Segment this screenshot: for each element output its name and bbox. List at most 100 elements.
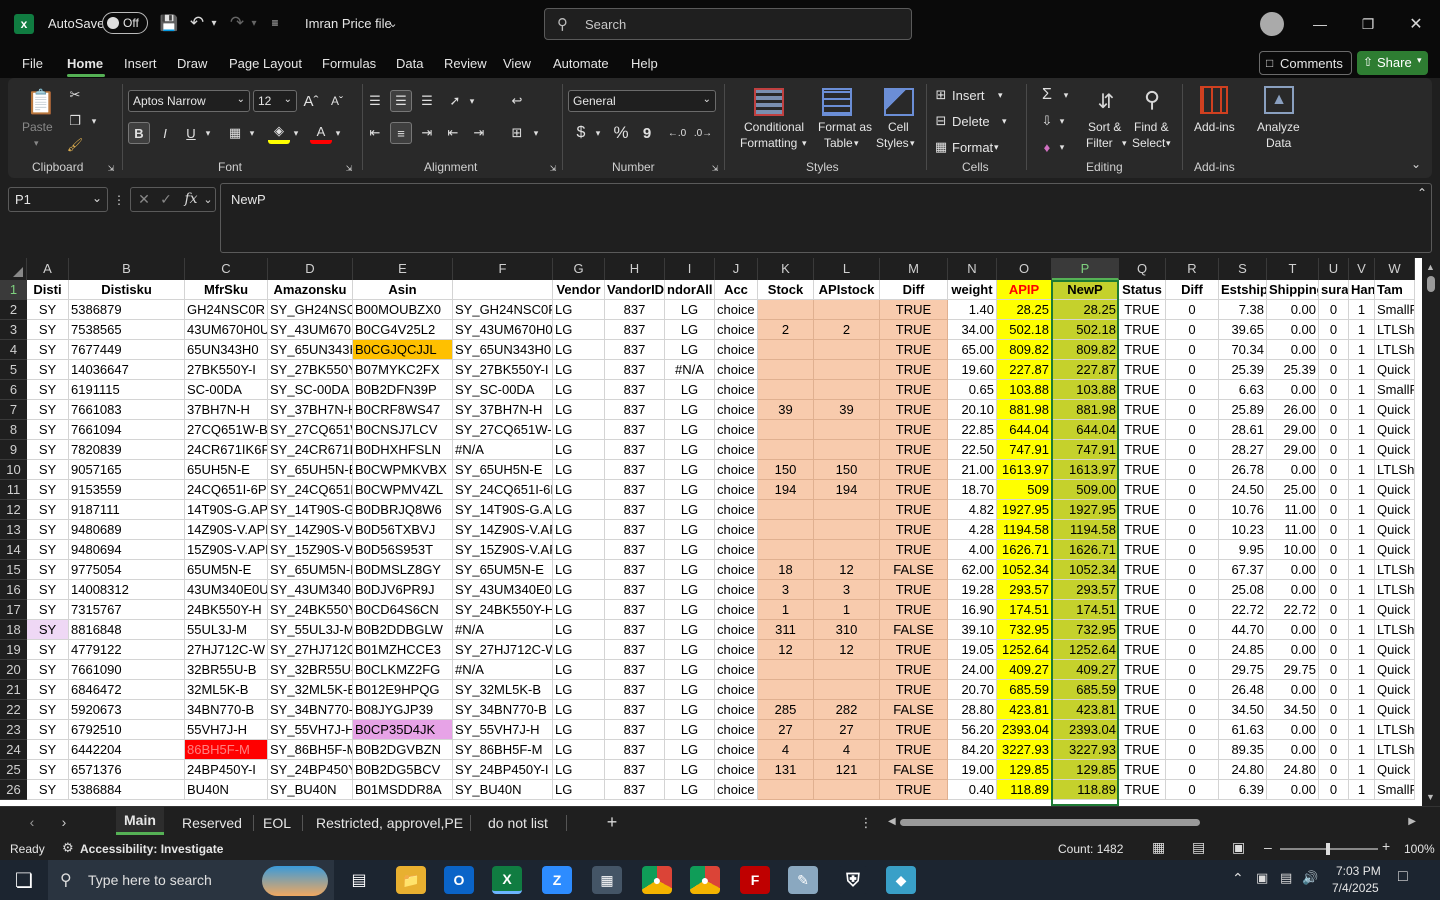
cell-i3[interactable]: LG — [665, 320, 715, 340]
cell-i18[interactable]: LG — [665, 620, 715, 640]
column-header-r[interactable]: R — [1166, 258, 1219, 280]
cell-f4[interactable]: SY_65UN343H0 — [453, 340, 553, 360]
cell-n3[interactable]: 34.00 — [948, 320, 997, 340]
autosave-toggle[interactable]: Off — [102, 12, 148, 34]
cell-r23[interactable]: 0 — [1166, 720, 1219, 740]
cell-g19[interactable]: LG — [553, 640, 605, 660]
cell-o17[interactable]: 174.51 — [997, 600, 1052, 620]
cell-q14[interactable]: TRUE — [1119, 540, 1166, 560]
cell-i24[interactable]: LG — [665, 740, 715, 760]
cell-w25[interactable]: Quick — [1375, 760, 1415, 780]
cell-q4[interactable]: TRUE — [1119, 340, 1166, 360]
cell-d7[interactable]: SY_37BH7N-H — [268, 400, 353, 420]
column-header-h[interactable]: H — [605, 258, 665, 280]
cell-h6[interactable]: 837 — [605, 380, 665, 400]
normal-view-icon[interactable]: ▦ — [1152, 839, 1165, 856]
cell-a13[interactable]: SY — [27, 520, 69, 540]
cell-b15[interactable]: 9775054 — [69, 560, 185, 580]
cell-b12[interactable]: 9187111 — [69, 500, 185, 520]
close-icon[interactable]: ✕ — [1402, 12, 1430, 36]
cell-k21[interactable] — [758, 680, 814, 700]
cell-j7[interactable]: choice — [715, 400, 758, 420]
cell-v2[interactable]: 1 — [1349, 300, 1375, 320]
sort-filter-label-2[interactable]: Filter — [1086, 136, 1113, 151]
cell-k9[interactable] — [758, 440, 814, 460]
cell-j14[interactable]: choice — [715, 540, 758, 560]
cell-o24[interactable]: 3227.93 — [997, 740, 1052, 760]
cell-t2[interactable]: 0.00 — [1267, 300, 1319, 320]
cell-h23[interactable]: 837 — [605, 720, 665, 740]
cell-d9[interactable]: SY_24CR671IK6P — [268, 440, 353, 460]
paste-label[interactable]: Paste — [22, 120, 53, 135]
cell-u20[interactable]: 0 — [1319, 660, 1349, 680]
cell-v9[interactable]: 1 — [1349, 440, 1375, 460]
cell-w21[interactable]: Quick — [1375, 680, 1415, 700]
column-header-p[interactable]: P — [1052, 258, 1119, 280]
cell-h11[interactable]: 837 — [605, 480, 665, 500]
cell-t16[interactable]: 0.00 — [1267, 580, 1319, 600]
cell-f21[interactable]: SY_32ML5K-B — [453, 680, 553, 700]
fill-color-dropdown-icon[interactable]: ▾ — [290, 122, 302, 144]
row-header-4[interactable]: 4 — [0, 340, 27, 360]
cell-e17[interactable]: B0CD64S6CN — [353, 600, 453, 620]
cell-b18[interactable]: 8816848 — [69, 620, 185, 640]
cell-n21[interactable]: 20.70 — [948, 680, 997, 700]
cell-w15[interactable]: LTLShi — [1375, 560, 1415, 580]
cell-t14[interactable]: 10.00 — [1267, 540, 1319, 560]
cell-j5[interactable]: choice — [715, 360, 758, 380]
cell-j15[interactable]: choice — [715, 560, 758, 580]
redo-icon[interactable]: ↷ — [226, 12, 248, 34]
formula-expand-icon[interactable]: ⌃ — [1417, 186, 1427, 200]
cell-i20[interactable]: LG — [665, 660, 715, 680]
cell-m2[interactable]: TRUE — [880, 300, 948, 320]
cell-g5[interactable]: LG — [553, 360, 605, 380]
cell-o4[interactable]: 809.82 — [997, 340, 1052, 360]
cell-w10[interactable]: LTLShi — [1375, 460, 1415, 480]
cell-u17[interactable]: 0 — [1319, 600, 1349, 620]
header-cell-g[interactable]: Vendor — [553, 280, 605, 300]
cell-r13[interactable]: 0 — [1166, 520, 1219, 540]
cell-m9[interactable]: TRUE — [880, 440, 948, 460]
align-left-icon[interactable]: ⇤ — [364, 122, 386, 144]
cell-u4[interactable]: 0 — [1319, 340, 1349, 360]
cell-l6[interactable] — [814, 380, 880, 400]
horizontal-scrollbar[interactable]: ◀ ▶ — [884, 814, 1420, 830]
cell-c5[interactable]: 27BK550Y-I — [185, 360, 268, 380]
insert-function-dropdown-icon[interactable]: ⌄ — [202, 189, 214, 209]
column-header-b[interactable]: B — [69, 258, 185, 280]
cell-n17[interactable]: 16.90 — [948, 600, 997, 620]
cell-b23[interactable]: 6792510 — [69, 720, 185, 740]
cell-p4[interactable]: 809.82 — [1052, 340, 1119, 360]
cell-g18[interactable]: LG — [553, 620, 605, 640]
cell-j4[interactable]: choice — [715, 340, 758, 360]
customize-qat-icon[interactable]: ≡ — [266, 12, 284, 34]
cell-j6[interactable]: choice — [715, 380, 758, 400]
cell-e7[interactable]: B0CRF8WS47 — [353, 400, 453, 420]
cell-i11[interactable]: LG — [665, 480, 715, 500]
cell-w13[interactable]: Quick — [1375, 520, 1415, 540]
cell-h12[interactable]: 837 — [605, 500, 665, 520]
align-top-icon[interactable]: ☰ — [364, 90, 386, 112]
cell-v18[interactable]: 1 — [1349, 620, 1375, 640]
row-header-8[interactable]: 8 — [0, 420, 27, 440]
decrease-indent-icon[interactable]: ⇤ — [442, 122, 464, 144]
cell-p18[interactable]: 732.95 — [1052, 620, 1119, 640]
row-header-11[interactable]: 11 — [0, 480, 27, 500]
cell-m18[interactable]: FALSE — [880, 620, 948, 640]
cell-p14[interactable]: 1626.71 — [1052, 540, 1119, 560]
cell-b19[interactable]: 4779122 — [69, 640, 185, 660]
cell-f2[interactable]: SY_GH24NSC0R — [453, 300, 553, 320]
cell-j18[interactable]: choice — [715, 620, 758, 640]
cell-u9[interactable]: 0 — [1319, 440, 1349, 460]
header-cell-u[interactable]: suran — [1319, 280, 1349, 300]
cancel-entry-icon[interactable]: ✕ — [136, 189, 152, 209]
merge-dropdown-icon[interactable]: ▾ — [530, 122, 542, 144]
cell-k16[interactable]: 3 — [758, 580, 814, 600]
cell-r8[interactable]: 0 — [1166, 420, 1219, 440]
header-cell-e[interactable]: Asin — [353, 280, 453, 300]
cell-c13[interactable]: 14Z90S-V.APE — [185, 520, 268, 540]
cell-w9[interactable]: Quick — [1375, 440, 1415, 460]
row-header-15[interactable]: 15 — [0, 560, 27, 580]
italic-button[interactable]: I — [154, 122, 176, 144]
cell-e2[interactable]: B00MOUBZX0 — [353, 300, 453, 320]
